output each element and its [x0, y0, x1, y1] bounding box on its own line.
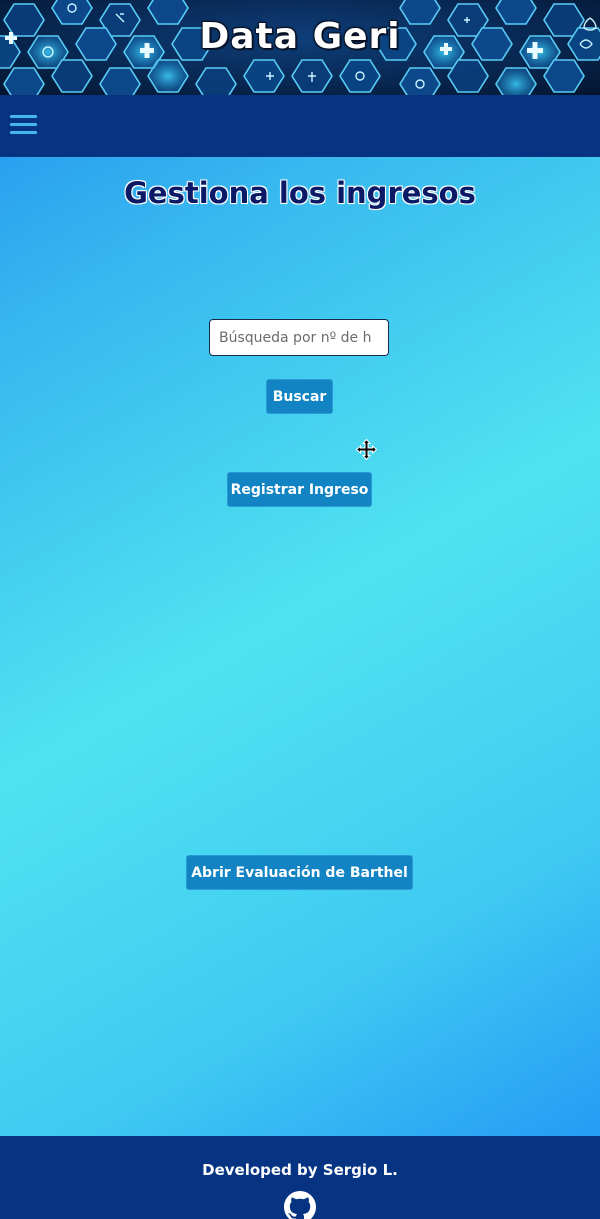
header-banner: Data Geri — [0, 0, 600, 95]
page-title: Gestiona los ingresos — [124, 176, 476, 210]
developer-credit: Developed by Sergio L. — [202, 1161, 398, 1179]
navbar — [0, 95, 600, 157]
app-title: Data Geri — [199, 16, 401, 57]
open-barthel-evaluation-button[interactable]: Abrir Evaluación de Barthel — [186, 855, 413, 890]
hamburger-menu-icon[interactable] — [10, 113, 37, 137]
search-input[interactable] — [209, 319, 389, 356]
footer: Developed by Sergio L. — [0, 1136, 600, 1219]
search-button[interactable]: Buscar — [266, 379, 333, 414]
move-cursor-icon — [356, 439, 377, 460]
github-icon[interactable] — [284, 1191, 316, 1219]
register-admission-button[interactable]: Registrar Ingreso — [227, 472, 372, 507]
